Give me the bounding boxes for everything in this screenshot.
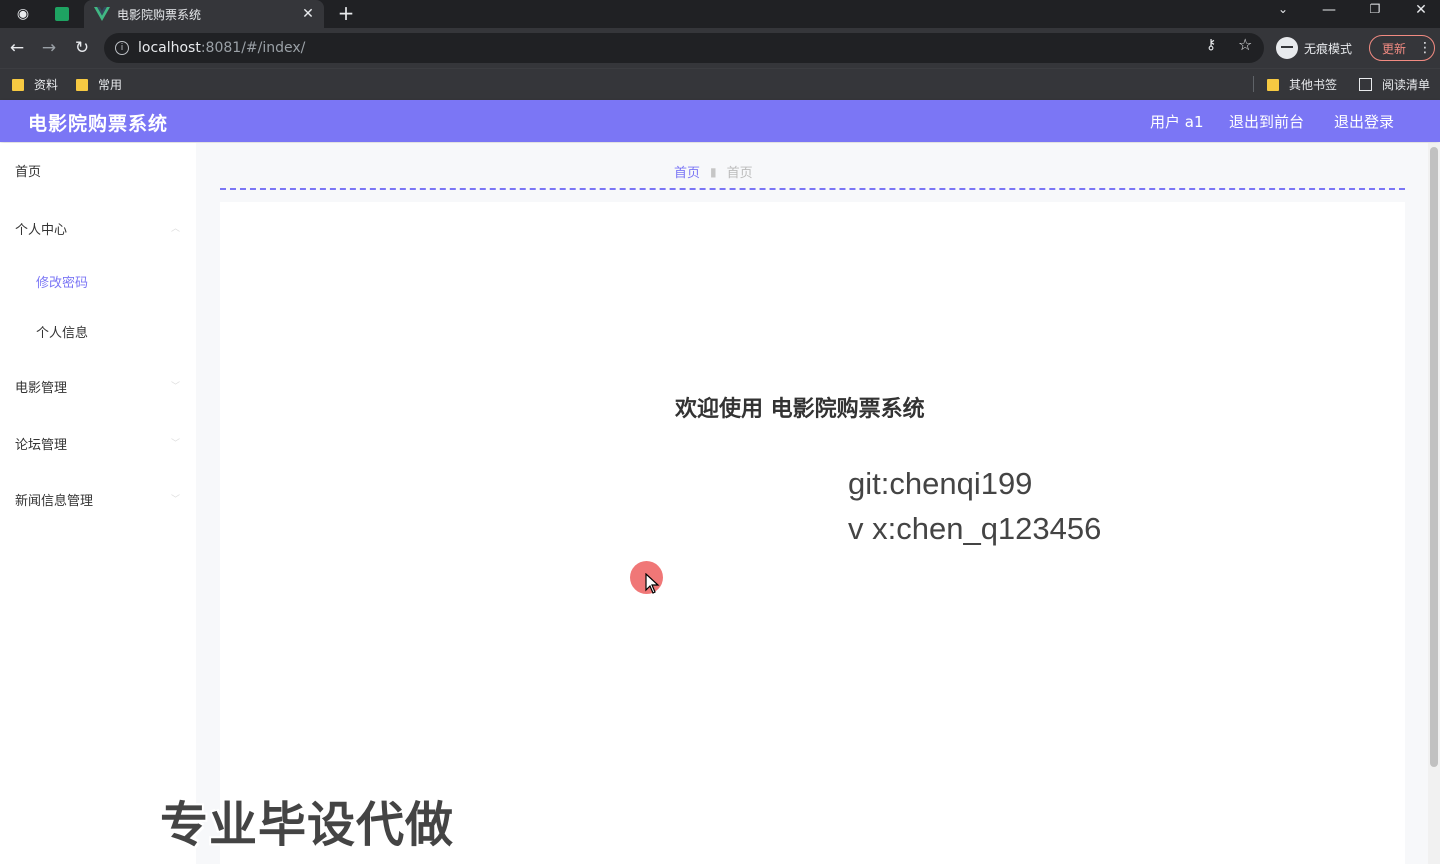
breadcrumb: 首页 ▮ 首页 [674,162,753,182]
other-bookmarks[interactable]: 其他书签 [1267,76,1337,93]
sidebar-item-forum-mgmt[interactable]: 论坛管理 ﹀ [15,434,180,453]
logout-link[interactable]: 退出登录 [1334,111,1394,132]
sidebar-item-home[interactable]: 首页 [15,161,41,180]
welcome-text: 欢迎使用 电影院购票系统 [675,397,925,422]
back-to-front-link[interactable]: 退出到前台 [1229,111,1304,132]
address-bar[interactable]: i localhost:8081/#/index/ [104,33,1264,63]
bookmark-star-icon[interactable]: ☆ [1238,35,1252,54]
more-menu-icon[interactable]: ⋮ [1418,40,1432,56]
user-name: 用户 a1 [1150,113,1204,131]
sidebar-item-movie-mgmt[interactable]: 电影管理 ﹀ [15,377,180,396]
close-tab-icon[interactable]: ✕ [298,6,318,22]
reading-list[interactable]: 阅读清单 [1359,76,1430,93]
folder-icon [12,78,24,91]
folder-icon [76,78,88,91]
breadcrumb-current: 首页 [726,166,753,181]
browser-tab-strip: ◉ 电影院购票系统 ✕ + ⌄ — ❐ ✕ [0,0,1440,28]
sidebar-item-change-password[interactable]: 修改密码 [36,272,88,291]
breadcrumb-divider [220,188,1405,190]
chevron-down-icon: ﹀ [170,439,180,449]
chevron-up-icon: ︿ [170,224,180,234]
back-arrow-icon[interactable]: ← [6,37,28,59]
forward-arrow-icon[interactable]: → [38,37,60,59]
update-button[interactable]: 更新 ⋮ [1369,35,1435,61]
minimize-icon[interactable]: — [1314,2,1344,18]
new-tab-button[interactable]: + [334,1,358,25]
password-key-icon[interactable]: ⚷ [1206,37,1216,53]
pinned-tab-icon[interactable] [52,4,72,24]
bookmark-folder[interactable]: 资料 [12,76,58,93]
vx-contact: v x:chen_q123456 [848,511,1102,546]
bookmarks-bar: 资料 常用 其他书签 阅读清单 [0,68,1440,100]
browser-logo-icon[interactable]: ◉ [13,4,33,24]
folder-icon [1267,78,1279,91]
reading-list-icon [1359,78,1372,91]
incognito-indicator[interactable]: 无痕模式 [1276,37,1352,59]
bookmarks-divider [1253,76,1254,92]
close-window-icon[interactable]: ✕ [1406,2,1436,18]
browser-toolbar: ← → ↻ i localhost:8081/#/index/ ⚷ ☆ 无痕模式… [0,28,1440,68]
content-card [220,202,1405,864]
vue-logo-icon [94,7,110,21]
reload-icon[interactable]: ↻ [71,37,93,59]
url-text[interactable]: localhost:8081/#/index/ [138,40,305,56]
sidebar-item-news-mgmt[interactable]: 新闻信息管理 ﹀ [15,490,180,509]
chevron-down-icon: ﹀ [170,495,180,505]
page-scrollbar[interactable] [1428,143,1440,864]
chevron-down-icon: ﹀ [170,382,180,392]
app-title: 电影院购票系统 [28,113,169,135]
breadcrumb-separator-icon: ▮ [710,164,717,179]
incognito-icon [1276,37,1298,59]
bookmark-folder[interactable]: 常用 [76,76,122,93]
tab-active[interactable]: 电影院购票系统 ✕ [84,0,324,28]
restore-icon[interactable]: ❐ [1360,2,1390,16]
app-header: 电影院购票系统 用户 a1 退出到前台 退出登录 [0,100,1440,142]
sidebar-item-personal-center[interactable]: 个人中心 ︿ [15,219,180,238]
sidebar-item-personal-info[interactable]: 个人信息 [36,322,88,341]
breadcrumb-home[interactable]: 首页 [674,162,700,181]
tab-search-icon[interactable]: ⌄ [1268,2,1298,16]
incognito-label: 无痕模式 [1304,41,1353,56]
update-label: 更新 [1382,41,1407,56]
sidebar: 首页 个人中心 ︿ 修改密码 个人信息 电影管理 ﹀ 论坛管理 ﹀ 新闻信息管理… [0,143,196,864]
watermark-text: 专业毕设代做 [160,797,455,853]
mouse-cursor-icon [645,573,660,594]
scrollbar-thumb[interactable] [1430,147,1438,767]
tab-title: 电影院购票系统 [117,7,202,22]
site-info-icon[interactable]: i [115,41,129,55]
git-contact: git:chenqi199 [848,466,1033,501]
